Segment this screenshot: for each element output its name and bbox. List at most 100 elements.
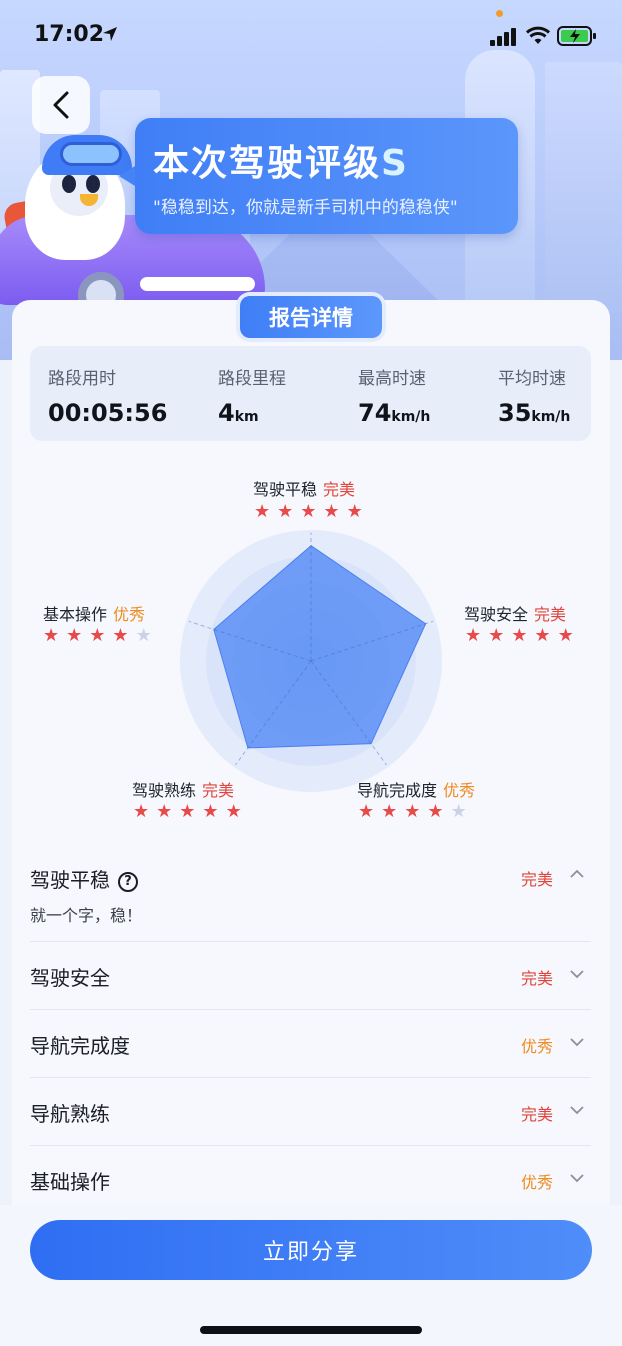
star-icon: ★: [557, 625, 574, 646]
grade-quote: "稳稳到达，你就是新手司机中的稳稳侠": [153, 198, 458, 218]
stat-label: 最高时速: [358, 369, 426, 389]
trip-stats: 路段用时 00:05:56 路段里程 4km 最高时速 74km/h 平均时速 …: [30, 346, 591, 441]
star-icon: ★: [450, 801, 467, 822]
car-light-illustration: [140, 277, 255, 291]
detail-name: 导航完成度: [30, 1034, 130, 1058]
detail-row-navigation[interactable]: 导航完成度 优秀: [30, 1010, 591, 1078]
status-bar: 17:02: [0, 0, 622, 74]
chevron-down-icon: [570, 1106, 584, 1115]
detail-description: 就一个字，稳！: [30, 906, 143, 925]
stat-value: 74: [358, 399, 392, 427]
stat-value: 35: [498, 399, 532, 427]
grade-title-text: 本次驾驶评级: [153, 143, 382, 184]
radar-dim-name: 驾驶平稳: [253, 480, 318, 499]
star-icon: ★: [300, 501, 317, 522]
radar-dim-name: 驾驶熟练: [132, 781, 197, 800]
radar-dim-grade: 完美: [202, 781, 235, 800]
radar-dim-grade: 完美: [323, 480, 356, 499]
star-icon: ★: [534, 625, 551, 646]
driving-grade-bubble: 本次驾驶评级S "稳稳到达，你就是新手司机中的稳稳侠": [119, 118, 518, 234]
detail-name: 驾驶安全: [30, 966, 110, 990]
star-icon: ★: [511, 625, 528, 646]
status-time: 17:02: [34, 22, 105, 47]
radar-dim-grade: 完美: [534, 605, 567, 624]
star-rating: ★ ★ ★ ★ ★: [465, 627, 574, 645]
star-icon: ★: [179, 801, 196, 822]
star-icon: ★: [156, 801, 173, 822]
star-icon: ★: [465, 625, 482, 646]
radar-label-basic: 基本操作 优秀: [43, 601, 145, 625]
chevron-down-icon: [570, 970, 584, 979]
back-button[interactable]: [32, 76, 90, 134]
star-rating: ★ ★ ★ ★ ★: [254, 503, 363, 521]
radar-label-safety: 驾驶安全 完美: [464, 601, 566, 625]
cellular-signal-icon: [490, 28, 516, 46]
stat-unit: km/h: [531, 409, 571, 425]
star-rating: ★ ★ ★ ★ ★: [43, 627, 152, 645]
star-icon: ★: [277, 501, 294, 522]
stat-max-speed: 最高时速 74km/h: [358, 364, 430, 427]
detail-grade: 完美: [520, 1105, 553, 1124]
detail-row-safety[interactable]: 驾驶安全 完美: [30, 942, 591, 1010]
star-icon: ★: [225, 801, 242, 822]
star-icon: ★: [135, 625, 152, 646]
star-icon: ★: [202, 801, 219, 822]
privacy-indicator-dot: [496, 10, 503, 17]
detail-row-basic[interactable]: 基础操作 优秀: [30, 1146, 591, 1214]
star-icon: ★: [404, 801, 421, 822]
radar-dim-name: 基本操作: [43, 605, 108, 624]
detail-grade: 优秀: [520, 1037, 553, 1056]
stat-avg-speed: 平均时速 35km/h: [498, 364, 570, 427]
detail-grade: 完美: [520, 870, 553, 889]
detail-name: 基础操作: [30, 1170, 110, 1194]
share-button[interactable]: 立即分享: [30, 1220, 592, 1280]
driving-radar-chart: [180, 530, 442, 792]
radar-label-navigation: 导航完成度 优秀: [357, 777, 475, 801]
detail-row-smooth[interactable]: 驾驶平稳? 完美 就一个字，稳！: [30, 842, 591, 942]
star-icon: ★: [488, 625, 505, 646]
star-icon: ★: [427, 801, 444, 822]
detail-grade: 优秀: [520, 1173, 553, 1192]
penguin-goggles: [60, 142, 122, 166]
detail-name: 导航熟练: [30, 1102, 110, 1126]
wifi-icon: [526, 26, 550, 44]
radar-label-skill: 驾驶熟练 完美: [132, 777, 234, 801]
star-icon: ★: [66, 625, 83, 646]
radar-dim-grade: 优秀: [443, 781, 476, 800]
home-indicator: [200, 1326, 422, 1334]
help-icon[interactable]: ?: [118, 872, 138, 892]
star-icon: ★: [254, 501, 271, 522]
report-details-tab: 报告详情: [240, 296, 382, 338]
star-icon: ★: [358, 801, 375, 822]
building-illustration: [545, 62, 622, 312]
location-arrow-icon: [103, 27, 117, 41]
detail-row-nav-skill[interactable]: 导航熟练 完美: [30, 1078, 591, 1146]
star-rating: ★ ★ ★ ★ ★: [133, 803, 242, 821]
star-icon: ★: [381, 801, 398, 822]
stat-distance: 路段里程 4km: [218, 364, 286, 427]
star-icon: ★: [133, 801, 150, 822]
battery-charging-icon: [557, 26, 596, 46]
grade-title: 本次驾驶评级S: [153, 134, 409, 186]
chevron-down-icon: [570, 1038, 584, 1047]
stat-value: 4: [218, 399, 235, 427]
radar-dim-name: 驾驶安全: [464, 605, 529, 624]
star-icon: ★: [323, 501, 340, 522]
stat-value: 00:05:56: [48, 399, 168, 427]
star-icon: ★: [112, 625, 129, 646]
radar-dim-name: 导航完成度: [357, 781, 438, 800]
detail-name: 驾驶平稳?: [30, 864, 138, 893]
chevron-up-icon: [570, 869, 584, 878]
stat-label: 平均时速: [498, 369, 566, 389]
penguin-eye: [62, 175, 76, 193]
stat-unit: km/h: [391, 409, 431, 425]
penguin-eye: [86, 175, 100, 193]
chevron-down-icon: [570, 1174, 584, 1183]
grade-letter: S: [381, 143, 409, 184]
radar-label-smooth: 驾驶平稳 完美: [253, 476, 355, 500]
stat-label: 路段里程: [218, 369, 286, 389]
star-rating: ★ ★ ★ ★ ★: [358, 803, 467, 821]
stat-duration: 路段用时 00:05:56: [48, 364, 167, 427]
chevron-left-icon: [53, 91, 69, 119]
star-icon: ★: [89, 625, 106, 646]
